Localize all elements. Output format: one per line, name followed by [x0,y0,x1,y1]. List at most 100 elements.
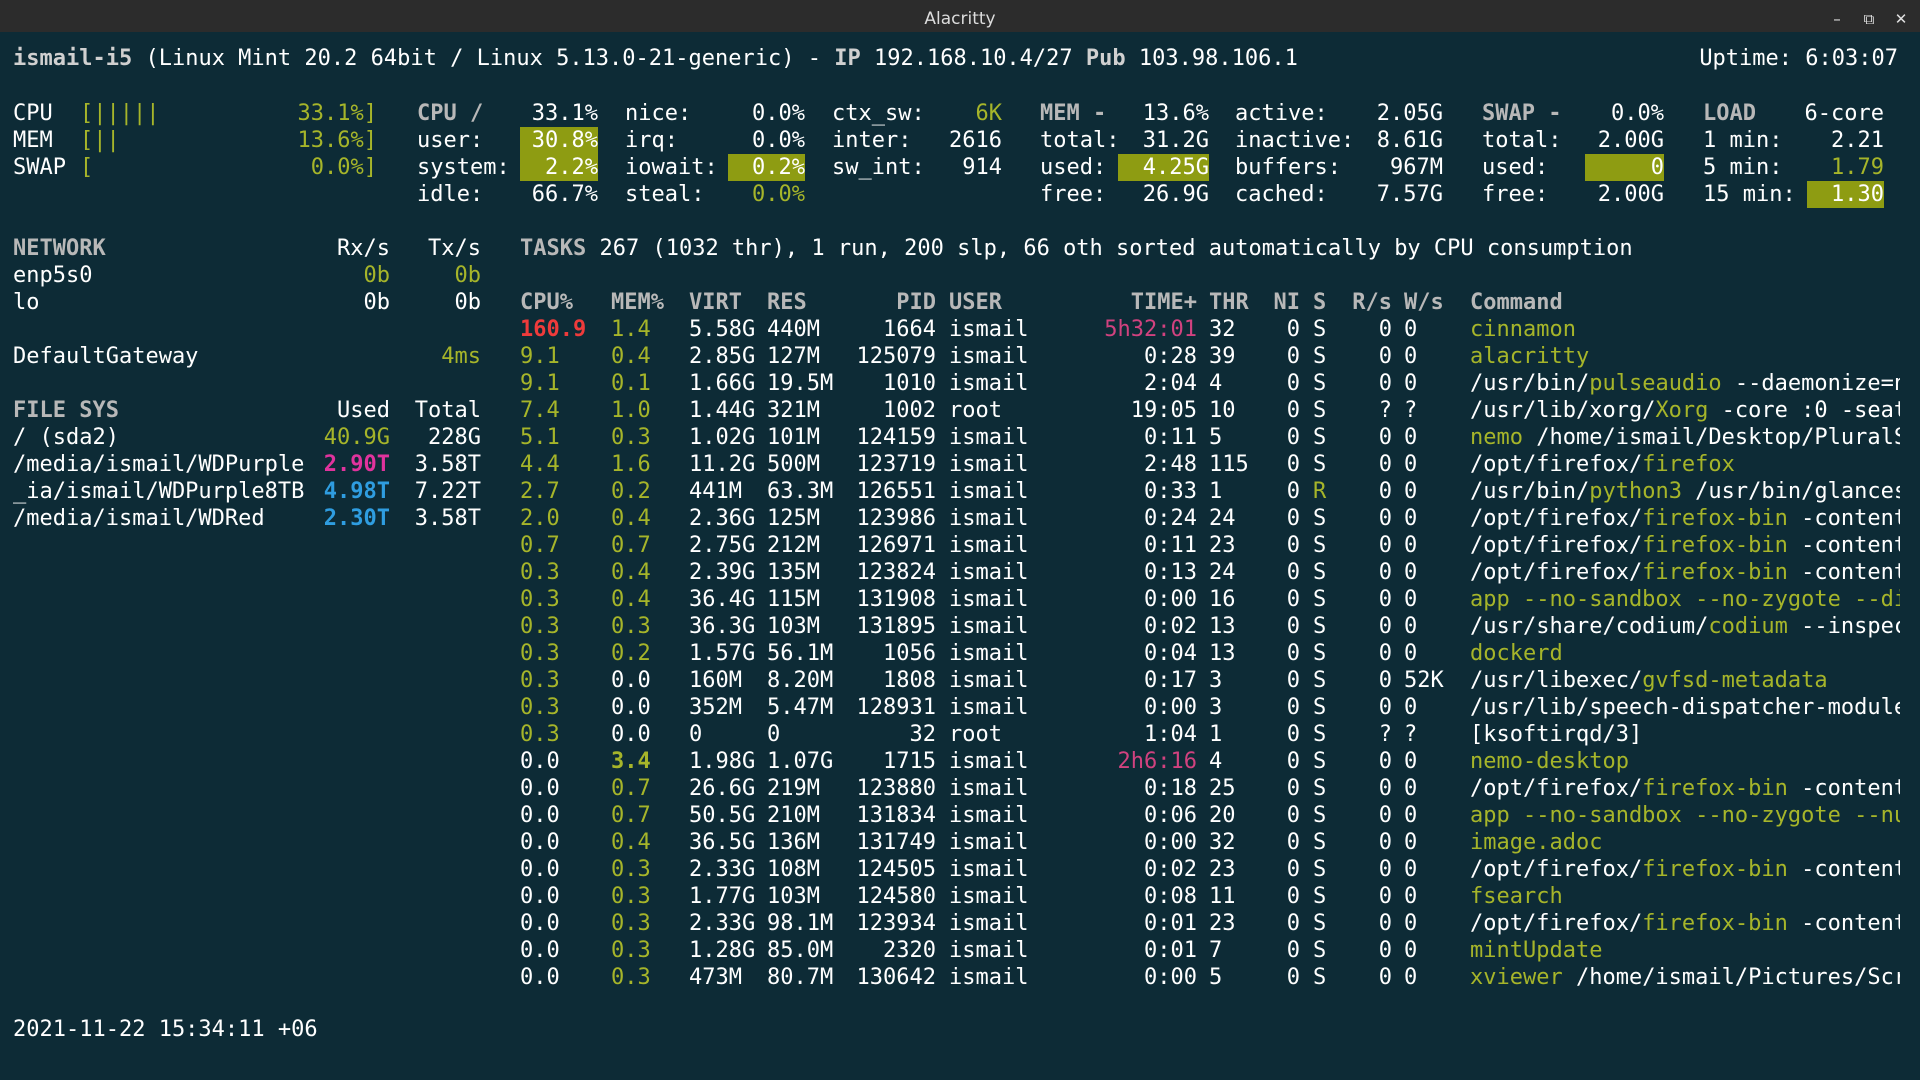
col-ni[interactable]: NI [1260,289,1301,316]
process-command-name: codium [1708,614,1788,639]
process-pid: 131749 [856,830,936,855]
process-user: ismail [949,884,1029,909]
process-state: S [1313,344,1327,369]
process-user: ismail [949,857,1029,882]
process-user: ismail [949,776,1029,801]
process-read-rate: 0 [1378,668,1392,693]
col-res[interactable]: RES [767,289,807,316]
process-command: cinnamon [1470,316,1900,343]
col-virt[interactable]: VIRT [689,289,742,316]
process-command-path: /opt/firefox/ [1470,560,1643,585]
col-cpu[interactable]: CPU% [520,289,573,316]
sw-int-value: 914 [962,155,1002,180]
process-time: 0:28 [1144,344,1197,369]
col-time[interactable]: TIME+ [1080,289,1197,316]
process-user: ismail [949,317,1029,342]
process-state: S [1313,749,1327,774]
close-icon[interactable]: ✕ [1892,6,1910,33]
maximize-icon[interactable]: ⧉ [1860,6,1878,33]
process-user: ismail [949,371,1029,396]
process-virt: 1.57G [689,641,756,666]
load-1min-label: 1 min: [1703,128,1783,153]
process-state: S [1313,803,1327,828]
process-command: dockerd [1470,640,1900,667]
process-threads: 24 [1209,560,1236,585]
process-command-name: nemo [1470,425,1523,450]
ctx-sw-value: 6K [975,101,1003,126]
load-15min-label: 15 min: [1703,182,1796,207]
process-threads: 1 [1209,479,1223,504]
process-nice: 0 [1286,668,1300,693]
process-read-rate: 0 [1378,371,1392,396]
process-threads: 23 [1209,857,1236,882]
quicklook-mem-bar: [|| [80,128,120,153]
process-command-name: firefox-bin [1642,506,1788,531]
process-command-name: Xorg [1655,398,1709,423]
process-write-rate: 0 [1404,506,1418,531]
col-thr[interactable]: THR [1209,289,1249,316]
process-command-path: /usr/share/codium/ [1470,614,1709,639]
quicklook-swap-label: SWAP [13,155,66,180]
cpu-irq-label: irq: [625,128,678,153]
col-mem[interactable]: MEM% [611,289,664,316]
process-state: S [1313,506,1327,531]
process-command-args: /usr/bin/glances [1681,479,1900,504]
mem-percent: 13.6% [1142,101,1209,126]
process-res: 210M [767,803,820,828]
process-command-args: /home/ismail/Pictures/Scr [1562,965,1900,990]
mem-free-value: 26.9G [1142,182,1209,207]
process-mem: 0.3 [611,965,651,990]
process-threads: 10 [1209,398,1236,423]
process-res: 125M [767,506,820,531]
process-user: ismail [949,911,1029,936]
network-interface: lo [13,290,40,315]
minimize-icon[interactable]: – [1828,6,1846,33]
filesys-title: FILE SYS [13,398,119,423]
process-pid: 1664 [883,317,936,342]
process-write-rate: 0 [1404,533,1418,558]
process-res: 0 [767,722,781,747]
process-read-rate: 0 [1378,614,1392,639]
mem-used-value: 4.25G [1118,154,1209,181]
process-write-rate: 0 [1404,965,1418,990]
process-write-rate: 0 [1404,911,1418,936]
mem-free-label: free: [1040,182,1107,207]
system-header: ismail-i5 (Linux Mint 20.2 64bit / Linux… [13,45,1298,72]
col-pid[interactable]: PID [850,289,936,316]
process-nice: 0 [1286,776,1300,801]
col-user[interactable]: USER [949,289,1002,316]
load-1min-value: 2.21 [1831,128,1884,153]
process-threads: 7 [1209,938,1223,963]
process-command-args: /home/ismail/Desktop/PluralS [1522,425,1900,450]
col-command[interactable]: Command [1470,289,1563,316]
col-read[interactable]: R/s [1340,289,1392,316]
process-command: /usr/share/codium/codium --inspec [1470,613,1900,640]
process-time: 2h6:16 [1117,749,1197,774]
process-threads: 5 [1209,425,1223,450]
process-time: 0:00 [1144,695,1197,720]
col-state[interactable]: S [1313,289,1326,316]
process-command: mintUpdate [1470,937,1900,964]
process-cpu: 0.3 [520,668,560,693]
swap-free-label: free: [1482,182,1549,207]
filesys-used-header: Used [337,398,390,423]
process-threads: 25 [1209,776,1236,801]
process-pid: 131895 [856,614,936,639]
network-interface: enp5s0 [13,263,93,288]
process-write-rate: 0 [1404,830,1418,855]
filesys-mount: _ia/ismail/WDPurple8TB [13,479,305,504]
process-res: 321M [767,398,820,423]
process-cpu: 160.9 [520,317,587,342]
col-write[interactable]: W/s [1404,289,1444,316]
process-read-rate: 0 [1378,452,1392,477]
process-threads: 16 [1209,587,1236,612]
process-command: fsearch [1470,883,1900,910]
process-nice: 0 [1286,425,1300,450]
process-nice: 0 [1286,749,1300,774]
filesys-total: 3.58T [414,506,481,531]
mem-title: MEM - [1040,101,1107,126]
process-state: S [1313,857,1327,882]
quicklook-mem-label: MEM [13,128,53,153]
process-virt: 5.58G [689,317,756,342]
process-state: S [1313,830,1327,855]
